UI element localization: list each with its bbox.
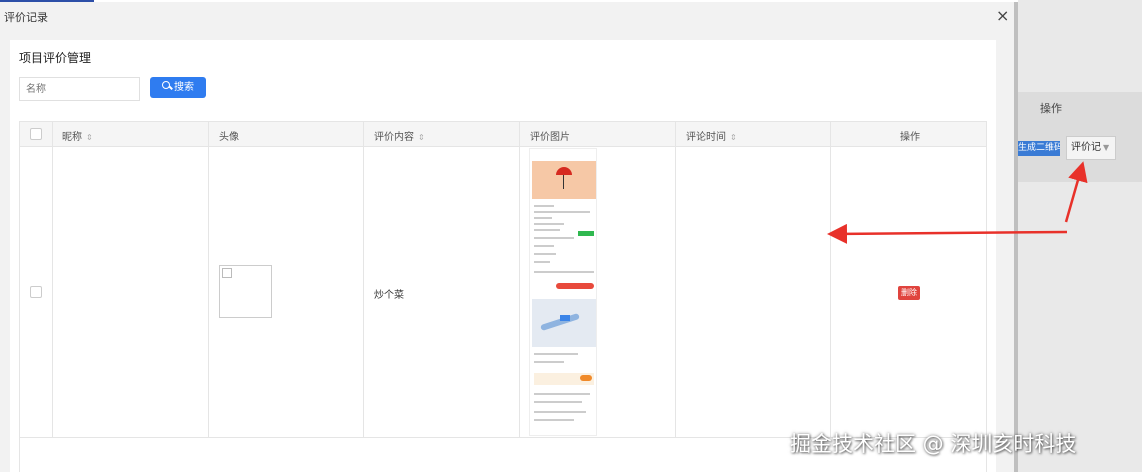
review-image-thumbnail[interactable] xyxy=(529,148,597,436)
delete-button[interactable]: 删除 xyxy=(898,286,920,300)
review-records-label: 评价记 xyxy=(1071,142,1101,153)
chevron-down-icon: ▼ xyxy=(1103,143,1110,152)
table-row: 炒个菜 删除 xyxy=(20,122,986,438)
column-header-content[interactable]: 评价内容 ⇕ xyxy=(374,128,425,143)
table-header: 昵称 ⇕ 头像 评价内容 ⇕ 评价图片 评论时间 ⇕ 操作 xyxy=(20,122,986,147)
review-records-dropdown[interactable]: 评价记 ▼ xyxy=(1066,136,1116,160)
name-search-input[interactable] xyxy=(19,77,140,101)
sort-icon[interactable]: ⇕ xyxy=(730,133,737,142)
review-management-panel: 项目评价管理 搜索 昵称⇕ 头像 评价内容⇕ 评价图片 评论时间⇕ 操作 xyxy=(10,40,996,472)
search-button-label: 搜索 xyxy=(174,82,194,93)
avatar xyxy=(219,265,272,318)
reviews-table: 昵称 ⇕ 头像 评价内容 ⇕ 评价图片 评论时间 ⇕ 操作 炒个菜 删除 xyxy=(19,121,987,472)
sort-icon[interactable]: ⇕ xyxy=(418,133,425,142)
panel-title: 项目评价管理 xyxy=(19,51,92,65)
close-icon[interactable]: × xyxy=(996,8,1009,24)
review-records-modal: 评价记录 × 项目评价管理 搜索 昵称⇕ 头像 评价内容⇕ 评价图片 评论时间⇕… xyxy=(0,2,1018,472)
column-header-actions: 操作 xyxy=(900,132,920,143)
search-button[interactable]: 搜索 xyxy=(150,77,206,98)
background-operation-header: 操作 xyxy=(1040,102,1062,115)
image-placeholder-icon xyxy=(222,268,232,278)
background-app: 操作 生成二维码 评价记 ▼ xyxy=(1018,0,1142,472)
column-header-time[interactable]: 评论时间 ⇕ xyxy=(686,128,737,143)
watermark: 掘金技术社区 @ 深圳亥时科技 xyxy=(790,432,1077,456)
generate-qr-code-button[interactable]: 生成二维码 xyxy=(1018,141,1060,156)
select-all-checkbox[interactable] xyxy=(30,128,42,140)
search-icon xyxy=(162,81,172,91)
column-header-images: 评价图片 xyxy=(530,132,570,143)
row-checkbox[interactable] xyxy=(30,286,42,298)
column-header-nickname[interactable]: 昵称 ⇕ xyxy=(62,128,93,143)
modal-title: 评价记录 xyxy=(4,11,48,24)
umbrella-icon xyxy=(556,167,572,175)
sort-icon[interactable]: ⇕ xyxy=(86,133,93,142)
review-content: 炒个菜 xyxy=(374,290,404,301)
column-header-avatar: 头像 xyxy=(219,132,239,143)
map-image xyxy=(532,299,596,347)
